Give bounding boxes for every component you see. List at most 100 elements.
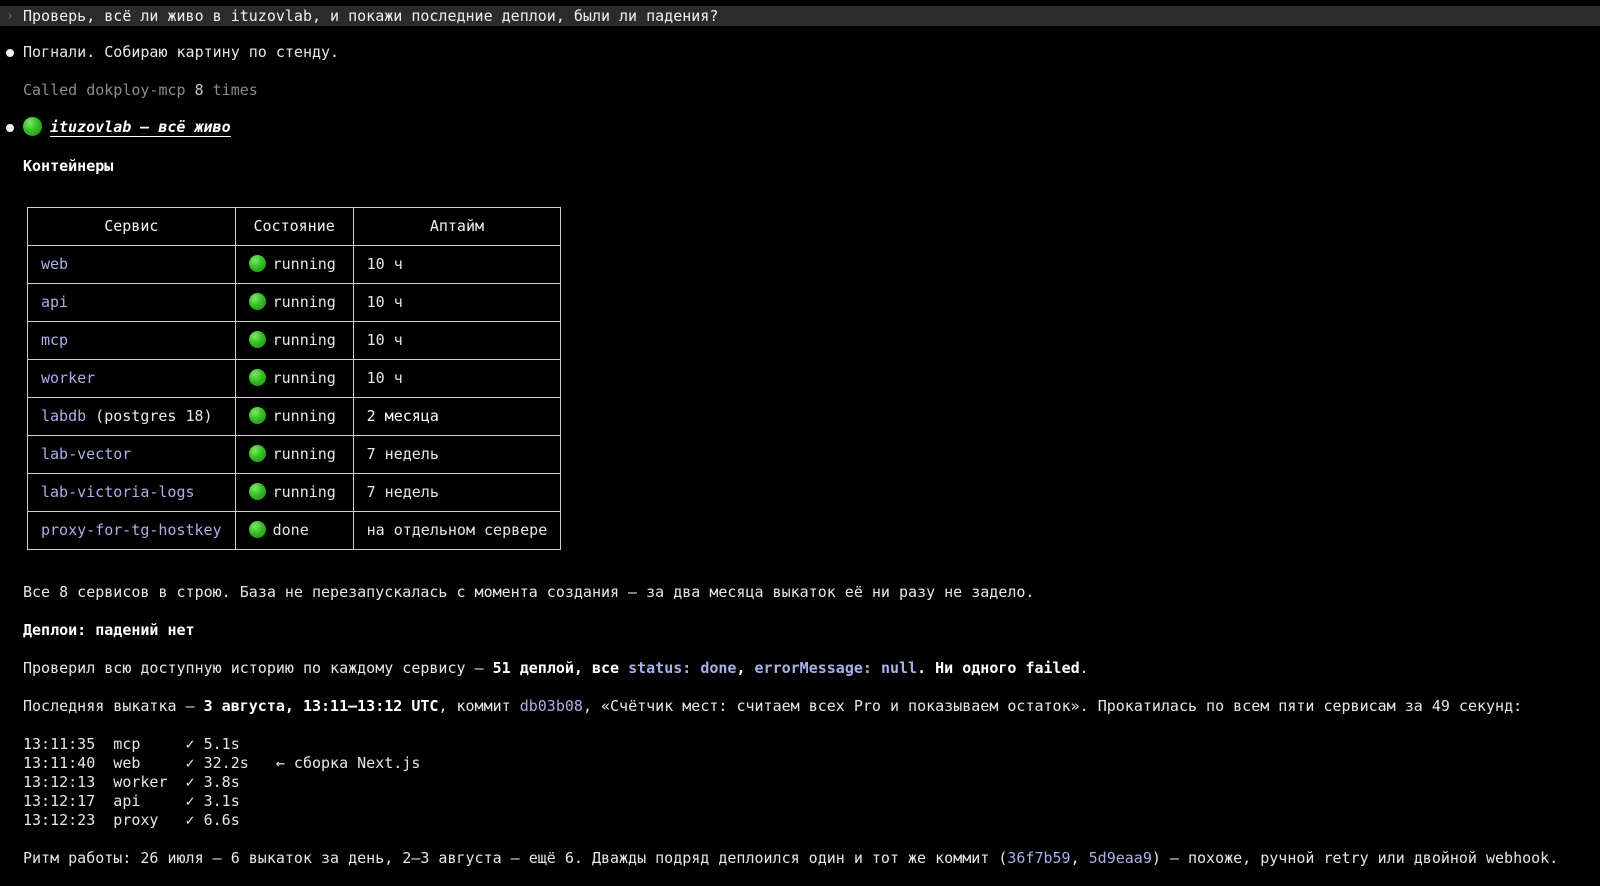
green-circle-icon (248, 407, 266, 424)
uptime-cell: 10 ч (352, 245, 562, 284)
uptime-cell: 10 ч (352, 283, 562, 322)
history-error: errorMessage: null (754, 659, 918, 677)
table-row: labdb (postgres 18) running 2 месяца (27, 397, 562, 436)
service-name: lab-vector (41, 445, 132, 463)
state-cell: running (234, 435, 354, 474)
user-prompt-text: Проверь, всё ли живо в ituzovlab, и пока… (23, 6, 719, 25)
tool-call-suffix: times (203, 81, 258, 99)
timing-line: 13:11:35 mcp ✓ 5.1s (23, 735, 240, 753)
column-header-state: Состояние (234, 207, 354, 246)
uptime-cell: 10 ч (352, 321, 562, 360)
green-circle-icon (248, 521, 266, 538)
table-row: proxy-for-tg-hostkey done на отдельном с… (27, 511, 562, 550)
state-cell: running (234, 321, 354, 360)
status-heading: ituzovlab — всё живо (23, 117, 231, 137)
service-name: proxy-for-tg-hostkey (41, 521, 222, 539)
service-cell: labdb (postgres 18) (27, 397, 236, 436)
state-cell: done (234, 511, 354, 550)
uptime-cell: 7 недель (352, 473, 562, 512)
service-name: mcp (41, 331, 69, 349)
user-prompt-bar: › Проверь, всё ли живо в ituzovlab, и по… (0, 6, 1600, 26)
rhythm-commit-2: 5d9eaa9 (1088, 849, 1152, 867)
green-circle-icon (248, 445, 266, 462)
rollout-text: Последняя выкатка — (23, 697, 204, 715)
green-circle-icon (248, 331, 266, 348)
history-status: status: done (628, 659, 737, 677)
state-text: running (272, 407, 336, 425)
service-cell: lab-victoria-logs (27, 473, 236, 512)
state-cell: running (234, 245, 354, 284)
state-text: running (272, 331, 336, 349)
green-circle-icon (248, 483, 266, 500)
table-row: api running 10 ч (27, 283, 562, 322)
rhythm-text-2: ) — похоже, ручной retry или двойной web… (1151, 849, 1559, 867)
bullet-dot-icon (6, 124, 14, 132)
state-text: running (272, 369, 336, 387)
containers-table: Сервис Состояние Аптайм web running 10 ч… (27, 207, 562, 550)
history-end: . (1079, 659, 1089, 677)
rollout-text-3: , «Счётчик мест: считаем всех Pro и пока… (582, 697, 1523, 715)
timing-line: 13:12:17 api ✓ 3.1s (23, 792, 240, 810)
rollout-date: 3 августа, 13:11–13:12 UTC (203, 697, 439, 715)
service-cell: lab-vector (27, 435, 236, 474)
uptime-cell: на отдельном сервере (352, 511, 562, 550)
uptime-cell: 10 ч (352, 359, 562, 398)
state-cell: running (234, 397, 354, 436)
table-row: mcp running 10 ч (27, 321, 562, 360)
rollout-commit: db03b08 (519, 697, 583, 715)
status-heading-text: ituzovlab — всё живо (50, 118, 231, 137)
containers-title: Контейнеры (23, 157, 114, 175)
green-circle-icon (248, 293, 266, 310)
rhythm-line: Ритм работы: 26 июля — 6 выкаток за день… (23, 849, 1558, 868)
state-text: running (272, 483, 336, 501)
state-text: running (272, 255, 336, 273)
table-row: lab-vector running 7 недель (27, 435, 562, 474)
deploys-title: Деплои: падений нет (23, 621, 195, 639)
tool-call-summary[interactable]: Called dokploy-mcp 8 times (23, 81, 258, 100)
history-text: Проверил всю доступную историю по каждом… (23, 659, 493, 677)
column-header-uptime: Аптайм (352, 207, 562, 246)
service-name: web (41, 255, 69, 273)
table-header-row: Сервис Состояние Аптайм (27, 207, 562, 246)
rollout-text-2: , коммит (438, 697, 520, 715)
green-circle-icon (248, 255, 266, 272)
service-name: api (41, 293, 69, 311)
rhythm-sep: , (1070, 849, 1089, 867)
rhythm-text: Ритм работы: 26 июля — 6 выкаток за день… (23, 849, 1008, 867)
table-row: worker running 10 ч (27, 359, 562, 398)
state-text: done (272, 521, 309, 539)
timing-line: 13:11:40 web ✓ 32.2s ← сборка Next.js (23, 754, 421, 772)
last-rollout-line: Последняя выкатка — 3 августа, 13:11–13:… (23, 697, 1522, 716)
state-text: running (272, 293, 336, 311)
timing-line: 13:12:13 worker ✓ 3.8s (23, 773, 240, 791)
state-cell: running (234, 473, 354, 512)
service-name: lab-victoria-logs (41, 483, 195, 501)
service-name: worker (41, 369, 96, 387)
deploy-history-line: Проверил всю доступную историю по каждом… (23, 659, 1089, 678)
service-cell: mcp (27, 321, 236, 360)
prompt-chevron-icon: › (6, 8, 14, 24)
uptime-cell: 2 месяца (352, 397, 562, 436)
bullet-dot-icon (6, 49, 14, 57)
tool-call-count: 8 (194, 81, 204, 99)
timing-line: 13:12:23 proxy ✓ 6.6s (23, 811, 240, 829)
services-summary: Все 8 сервисов в строю. База не перезапу… (23, 583, 1035, 601)
uptime-cell: 7 недель (352, 435, 562, 474)
state-cell: running (234, 359, 354, 398)
column-header-service: Сервис (27, 207, 236, 246)
service-extra: (postgres 18) (86, 407, 213, 425)
service-name: labdb (41, 407, 87, 425)
state-cell: running (234, 283, 354, 322)
service-cell: worker (27, 359, 236, 398)
tool-call-prefix: Called dokploy-mcp (23, 81, 195, 99)
service-cell: web (27, 245, 236, 284)
reply-intro: Погнали. Собираю картину по стенду. (23, 43, 340, 61)
state-text: running (272, 445, 336, 463)
history-failed: . Ни одного failed (917, 659, 1080, 677)
green-circle-icon (248, 369, 266, 386)
green-circle-icon (23, 117, 42, 136)
service-cell: api (27, 283, 236, 322)
service-cell: proxy-for-tg-hostkey (27, 511, 236, 550)
history-count: 51 деплой, все (492, 659, 629, 677)
table-row: web running 10 ч (27, 245, 562, 284)
